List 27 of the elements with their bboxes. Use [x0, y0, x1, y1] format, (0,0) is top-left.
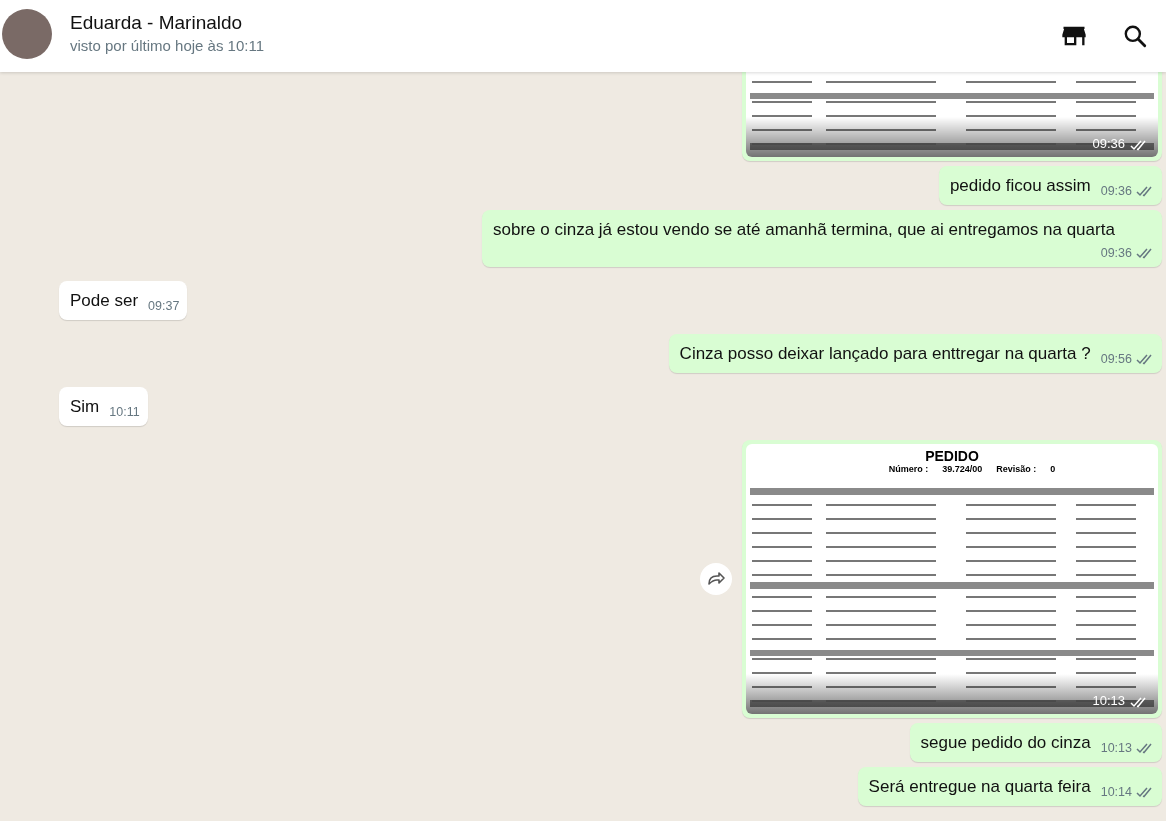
message-text: sobre o cinza já estou vendo se até amanhã termina, que ai entregamos na quarta [493, 219, 1115, 241]
forward-icon[interactable] [700, 563, 732, 595]
message-time: 09:36 [1100, 246, 1132, 260]
message-time: 10:13 [1092, 693, 1125, 708]
number-label: Número : [888, 464, 929, 474]
message-time: 10:14 [1100, 785, 1132, 799]
message-time: 09:36 [1092, 136, 1125, 151]
document-title: PEDIDO [925, 448, 979, 464]
message-text: Pode ser [70, 290, 139, 312]
order-number: 39.724/00 [942, 464, 983, 474]
last-seen-status: visto por último hoje às 10:11 [70, 37, 265, 54]
message-text: Cinza posso deixar lançado para enttregar na quarta ? [679, 343, 1091, 365]
revision-number: 0 [1050, 464, 1056, 474]
message-text: Sim [70, 396, 100, 418]
message-time: 09:56 [1100, 352, 1132, 366]
message-time: 09:37 [148, 299, 180, 313]
search-icon[interactable] [1122, 23, 1148, 49]
contact-name: Eduarda - Marinaldo [70, 12, 244, 34]
image-message[interactable]: 09:36 [742, 72, 1162, 161]
message-time: 10:11 [109, 405, 140, 419]
revision-label: Revisão : [996, 464, 1037, 474]
message-text: Será entregue na quarta feira [868, 776, 1091, 798]
message-time: 09:36 [1100, 184, 1132, 198]
avatar[interactable] [2, 9, 52, 59]
message-text: pedido ficou assim [949, 175, 1091, 197]
message-time: 10:13 [1100, 741, 1132, 755]
message-text: segue pedido do cinza [920, 732, 1091, 754]
